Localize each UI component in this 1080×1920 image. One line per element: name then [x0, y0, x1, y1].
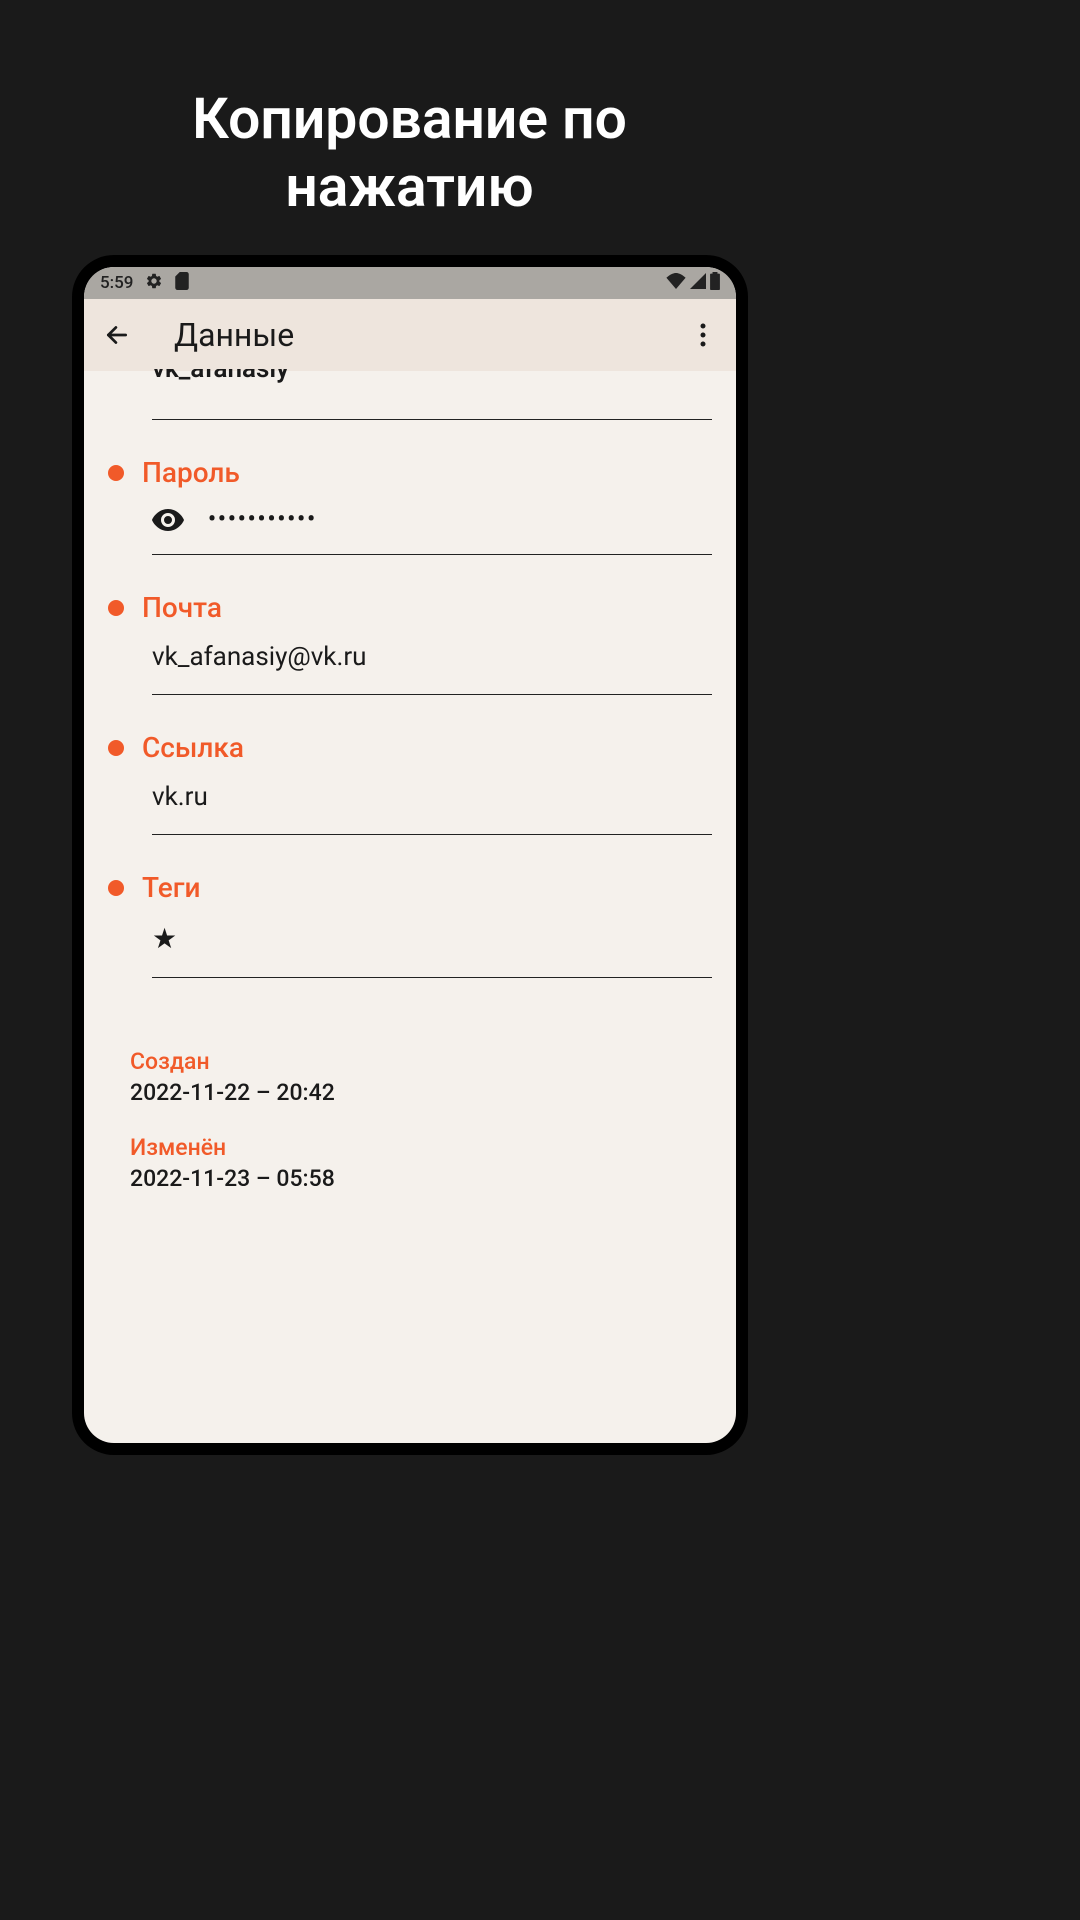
field-label-row: Ссылка [108, 731, 712, 764]
bullet-icon [108, 600, 124, 616]
meta-modified-value: 2022-11-23 – 05:58 [130, 1165, 712, 1192]
field-login-partial[interactable]: vk_afanasiy [108, 371, 712, 420]
field-underline [152, 977, 712, 978]
field-email[interactable]: Почта vk_afanasiy@vk.ru [108, 591, 712, 695]
status-bar-left: 5:59 [100, 272, 189, 295]
meta-created-label: Создан [130, 1048, 712, 1075]
field-email-label: Почта [142, 591, 222, 624]
bullet-icon [108, 740, 124, 756]
field-link-value: vk.ru [152, 782, 208, 812]
field-value-row: ★ [152, 922, 712, 955]
field-label-row: Почта [108, 591, 712, 624]
eye-icon [152, 509, 184, 531]
field-tags-label: Теги [142, 871, 201, 904]
field-label-row: Пароль [108, 456, 712, 489]
field-label-row: Теги [108, 871, 712, 904]
meta-section: Создан 2022-11-22 – 20:42 Изменён 2022-1… [108, 1048, 712, 1192]
signal-icon [690, 273, 706, 294]
more-menu-button[interactable] [688, 320, 718, 350]
field-link-label: Ссылка [142, 731, 244, 764]
field-tags[interactable]: Теги ★ [108, 871, 712, 978]
field-login-value: vk_afanasiy [152, 369, 712, 387]
status-bar-right [666, 272, 720, 295]
field-value-row: vk.ru [152, 782, 712, 812]
field-password-label: Пароль [142, 456, 240, 489]
field-email-value: vk_afanasiy@vk.ru [152, 642, 367, 672]
meta-created-value: 2022-11-22 – 20:42 [130, 1079, 712, 1106]
phone-screen: 5:59 [84, 267, 736, 1443]
field-value-row: ••••••••••• [152, 507, 712, 532]
toggle-visibility-button[interactable] [152, 509, 184, 531]
battery-icon [710, 272, 720, 295]
more-vertical-icon [700, 323, 706, 347]
app-bar: Данные [84, 299, 736, 371]
field-password-value: ••••••••••• [208, 507, 317, 532]
field-value-row: vk_afanasiy@vk.ru [152, 642, 712, 672]
meta-modified-label: Изменён [130, 1134, 712, 1161]
sd-card-icon [175, 272, 189, 295]
field-tags-value: ★ [152, 922, 177, 955]
arrow-left-icon [104, 322, 130, 348]
bullet-icon [108, 880, 124, 896]
meta-created: Создан 2022-11-22 – 20:42 [130, 1048, 712, 1106]
app-bar-title: Данные [174, 316, 688, 354]
gear-icon [145, 272, 163, 295]
field-underline [152, 834, 712, 835]
meta-modified: Изменён 2022-11-23 – 05:58 [130, 1134, 712, 1192]
field-password[interactable]: Пароль ••••••••••• [108, 456, 712, 555]
promo-title: Копирование по нажатию [0, 85, 819, 222]
wifi-icon [666, 273, 686, 294]
field-link[interactable]: Ссылка vk.ru [108, 731, 712, 835]
back-button[interactable] [102, 320, 132, 350]
bullet-icon [108, 465, 124, 481]
field-underline [152, 694, 712, 695]
content-area: vk_afanasiy Пароль ••••••••••• [84, 371, 736, 1192]
phone-frame: 5:59 [72, 255, 748, 1455]
status-time: 5:59 [100, 273, 133, 293]
field-underline [152, 419, 712, 420]
status-bar: 5:59 [84, 267, 736, 299]
field-underline [152, 554, 712, 555]
